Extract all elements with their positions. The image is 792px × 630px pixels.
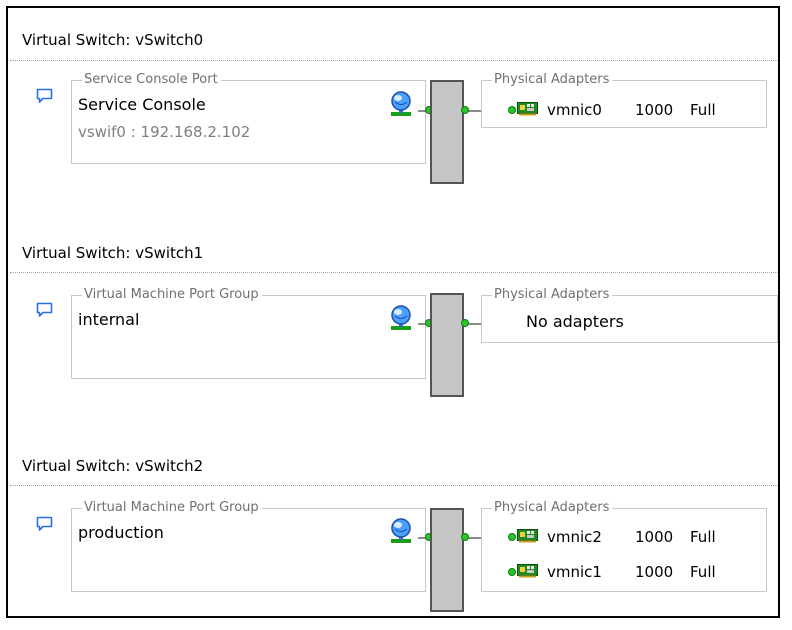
adapter-row-vmnic0[interactable]: vmnic0 1000 Full (517, 99, 757, 121)
link-dot (461, 533, 469, 541)
vswitch0-separator (10, 60, 778, 61)
link-dot (508, 106, 516, 114)
port-group-box[interactable]: Virtual Machine Port Group internal (71, 287, 426, 379)
speech-bubble-icon[interactable] (36, 302, 53, 318)
port-group-ip: vswif0 : 192.168.2.102 (78, 123, 251, 141)
adapter-speed: 1000 (635, 528, 674, 546)
network-card-icon (517, 529, 538, 543)
speech-bubble-icon[interactable] (36, 516, 53, 532)
vswitch1-separator (10, 272, 778, 273)
link-dot (508, 568, 516, 576)
vswitch1-title: Virtual Switch: vSwitch1 (22, 244, 204, 262)
port-group-name: production (78, 523, 164, 542)
port-group-box[interactable]: Virtual Machine Port Group production (71, 500, 426, 592)
vswitch0-switch-bar[interactable] (430, 80, 464, 184)
port-group-legend: Service Console Port (82, 72, 221, 88)
adapter-name: vmnic2 (547, 528, 602, 546)
link-dot (461, 319, 469, 327)
adapter-speed: 1000 (635, 563, 674, 581)
network-port-globe-icon (387, 304, 415, 332)
vswitch2-separator (10, 485, 778, 486)
port-group-name: Service Console (78, 95, 206, 114)
vswitch2-switch-bar[interactable] (430, 508, 464, 612)
vswitch1-switch-bar[interactable] (430, 293, 464, 397)
network-card-icon (517, 102, 538, 116)
physical-adapters-legend: Physical Adapters (492, 500, 613, 516)
vswitch0-title: Virtual Switch: vSwitch0 (22, 31, 204, 49)
link-dot (461, 106, 469, 114)
adapter-row-vmnic2[interactable]: vmnic2 1000 Full (517, 526, 757, 548)
port-group-box[interactable]: Service Console Port Service Console vsw… (71, 72, 426, 164)
network-port-globe-icon (387, 517, 415, 545)
no-adapters-label: No adapters (526, 312, 624, 331)
vswitch2-title: Virtual Switch: vSwitch2 (22, 457, 204, 475)
port-group-name: internal (78, 310, 140, 329)
port-group-legend: Virtual Machine Port Group (82, 287, 262, 303)
adapter-speed: 1000 (635, 101, 674, 119)
link-dot (508, 533, 516, 541)
adapter-duplex: Full (690, 563, 716, 581)
adapter-duplex: Full (690, 528, 716, 546)
physical-adapters-legend: Physical Adapters (492, 72, 613, 88)
port-group-legend: Virtual Machine Port Group (82, 500, 262, 516)
network-port-globe-icon (387, 90, 415, 118)
speech-bubble-icon[interactable] (36, 88, 53, 104)
adapter-name: vmnic1 (547, 563, 602, 581)
adapter-duplex: Full (690, 101, 716, 119)
network-card-icon (517, 564, 538, 578)
adapter-row-vmnic1[interactable]: vmnic1 1000 Full (517, 561, 757, 583)
physical-adapters-box: Physical Adapters No adapters (481, 287, 778, 343)
physical-adapters-legend: Physical Adapters (492, 287, 613, 303)
adapter-name: vmnic0 (547, 101, 602, 119)
